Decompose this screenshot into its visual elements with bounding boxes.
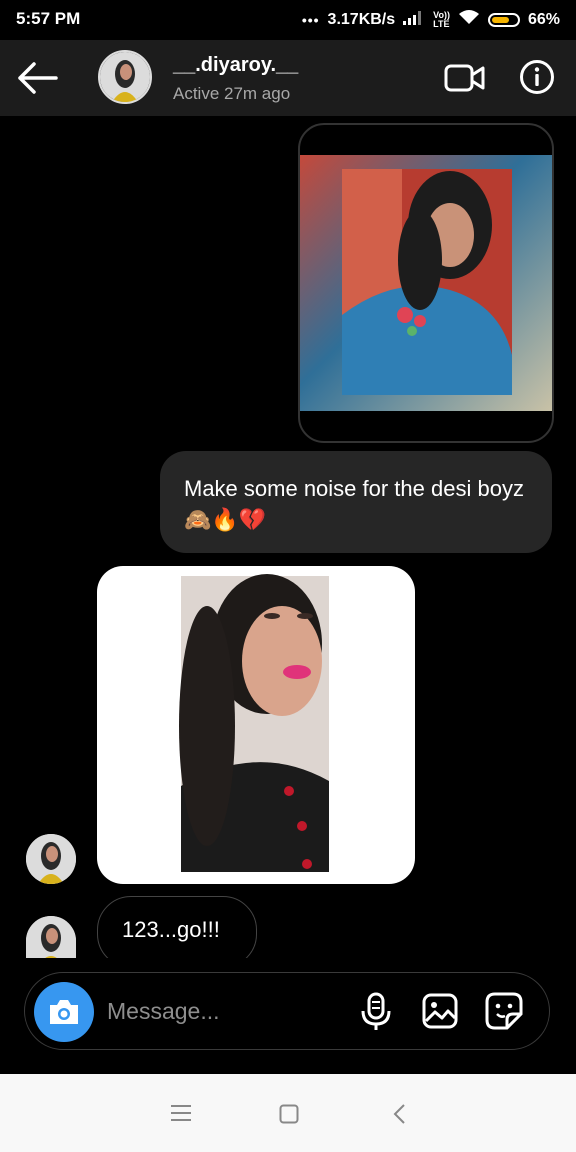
- status-time: 5:57 PM: [16, 9, 81, 28]
- chat-username[interactable]: __.diyaroy.__: [173, 54, 298, 77]
- microphone-icon[interactable]: [360, 992, 392, 1037]
- conversation-clip: [0, 958, 576, 972]
- sent-text-message[interactable]: Make some noise for the desi boyz🙈🔥💔: [160, 451, 552, 553]
- chat-header: __.diyaroy.__ Active 27m ago: [0, 40, 576, 116]
- battery-icon: [487, 12, 520, 27]
- received-photo: [179, 574, 329, 872]
- status-bar: 5:57 PM ••• 3.17KB/s Vo)) LTE 66%: [0, 0, 576, 40]
- sent-photo: [300, 155, 552, 411]
- system-nav-bar: [0, 1074, 576, 1152]
- signal-icon: [403, 9, 425, 30]
- message-input[interactable]: Message...: [107, 998, 220, 1025]
- sticker-icon[interactable]: [485, 992, 523, 1035]
- info-icon[interactable]: [519, 59, 555, 95]
- sender-avatar[interactable]: [26, 916, 76, 958]
- volte-bottom: LTE: [433, 18, 450, 29]
- sent-image-message[interactable]: [298, 123, 554, 443]
- network-speed: 3.17KB/s: [327, 10, 396, 28]
- avatar[interactable]: [98, 50, 152, 104]
- back-icon[interactable]: [392, 1103, 406, 1130]
- message-composer: [24, 972, 550, 1050]
- message-text: 123...go!!!: [122, 917, 220, 942]
- status-right: ••• 3.17KB/s Vo)) LTE 66%: [302, 9, 560, 30]
- battery-percent: 66%: [527, 10, 560, 28]
- status-dots: •••: [301, 11, 320, 28]
- message-text: Make some noise for the desi boyz🙈🔥💔: [184, 476, 524, 532]
- camera-icon[interactable]: [34, 982, 94, 1042]
- menu-icon[interactable]: [171, 1104, 191, 1127]
- back-arrow-icon[interactable]: [16, 58, 60, 98]
- active-status: Active 27m ago: [173, 84, 291, 103]
- volte-label: Vo)) LTE: [433, 10, 450, 29]
- video-call-icon[interactable]: [444, 60, 486, 96]
- received-image-message[interactable]: [97, 566, 415, 884]
- wifi-icon: [458, 9, 480, 30]
- sender-avatar[interactable]: [26, 834, 76, 884]
- home-icon[interactable]: [279, 1104, 299, 1129]
- gallery-icon[interactable]: [422, 993, 458, 1034]
